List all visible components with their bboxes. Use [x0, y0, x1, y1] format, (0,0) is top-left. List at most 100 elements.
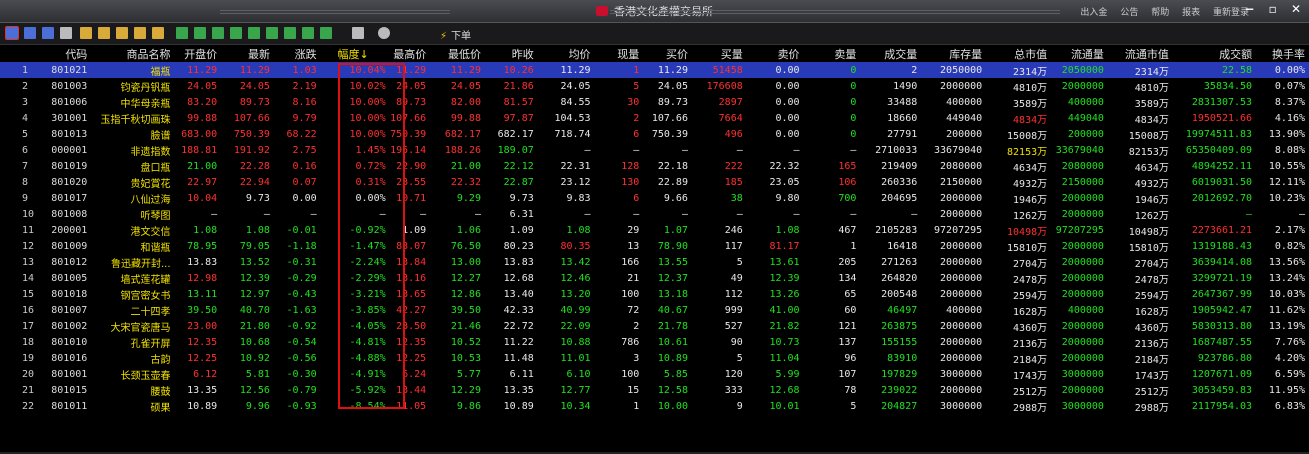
period-icon-1[interactable]: [176, 27, 188, 39]
table-row[interactable]: 22 801011 硕果 10.89 9.96 -0.93 -8.54% 11.05 9.86 1…: [0, 398, 1309, 414]
column-header[interactable]: 现量: [595, 45, 644, 62]
table-row[interactable]: 15 801018 钢宫密女书 13.11 12.97 -0.43 -3.21% 13.65 1…: [0, 286, 1309, 302]
cell-name: 腰鼓: [150, 386, 171, 398]
tool-icon-2[interactable]: [98, 27, 110, 39]
period-icon-2[interactable]: [194, 27, 206, 39]
table-row[interactable]: 7 801019 盘口瓶 21.00 22.28 0.16 0.72% 22.90 21.00 2…: [0, 158, 1309, 174]
cell-code: 801010: [51, 336, 88, 348]
cell-code: 200001: [51, 224, 88, 236]
quote-list-icon[interactable]: [5, 26, 19, 40]
tool-icon-3[interactable]: [116, 27, 128, 39]
column-header[interactable]: 最高价: [390, 45, 431, 62]
table-row[interactable]: 19 801016 古韵 12.25 10.92 -0.56 -4.88% 12.25 10.5…: [0, 350, 1309, 366]
table-row[interactable]: 3 801006 中华母亲瓶 83.20 89.73 8.16 10.00% 89.73 82.…: [0, 94, 1309, 110]
table-row[interactable]: 10 801008 听琴图 — — — — — — 6.31 — — — — — — — 2000000 1262万…: [0, 206, 1309, 222]
table-cell: 165: [838, 160, 857, 172]
minimize-button[interactable]: −: [1244, 2, 1254, 16]
table-row[interactable]: 6 000001 非遗指数 188.81 191.92 2.75 1.45% 195.14 18…: [0, 142, 1309, 158]
period-icon-9[interactable]: [320, 27, 332, 39]
place-order-button[interactable]: ⚡ 下单: [440, 27, 471, 42]
help-link[interactable]: 帮助: [1151, 8, 1169, 18]
table-row[interactable]: 9 801017 八仙过海 10.04 9.73 0.00 0.00% 10.71 9.29 9.…: [0, 190, 1309, 206]
table-cell: 0.31%: [355, 176, 386, 188]
column-header[interactable]: 最新: [221, 45, 274, 62]
table-cell: 6.24: [402, 368, 427, 380]
column-header[interactable]: 总市值: [986, 45, 1051, 62]
period-icon-7[interactable]: [284, 27, 296, 39]
screen-icon[interactable]: [352, 27, 364, 39]
period-icon-4[interactable]: [230, 27, 242, 39]
table-cell: 195.14: [390, 144, 427, 156]
column-header[interactable]: 流通市值: [1108, 45, 1173, 62]
deposit-withdraw-link[interactable]: 出入金: [1080, 8, 1107, 18]
bar-chart-icon[interactable]: [42, 27, 54, 39]
column-header[interactable]: 涨跌: [274, 45, 321, 62]
column-header[interactable]: 换手率: [1256, 45, 1309, 62]
table-row[interactable]: 13 801012 鲁迅藏开封... 13.83 13.52 -0.31 -2.24% 13.…: [0, 254, 1309, 270]
cell-code: 801016: [51, 352, 88, 364]
table-row[interactable]: 4 301001 玉指千秋切画珠 99.88 107.66 9.79 10.00% 107.6…: [0, 110, 1309, 126]
column-header[interactable]: 均价: [538, 45, 595, 62]
grid-icon[interactable]: [60, 27, 72, 39]
period-icon-3[interactable]: [212, 27, 224, 39]
tool-icon-1[interactable]: [80, 27, 92, 39]
column-header[interactable]: 最低价: [430, 45, 485, 62]
table-cell: 2000000: [1061, 352, 1104, 364]
settings-gear-icon[interactable]: [378, 27, 390, 39]
announcement-link[interactable]: 公告: [1120, 8, 1138, 18]
table-cell: 1.08: [566, 224, 591, 236]
tool-icon-4[interactable]: [134, 27, 146, 39]
period-icon-8[interactable]: [302, 27, 314, 39]
column-header[interactable]: 买价: [643, 45, 692, 62]
column-header[interactable]: 成交额: [1173, 45, 1256, 62]
chart-icon[interactable]: [24, 27, 36, 39]
table-cell: 200000: [1067, 128, 1104, 140]
table-row[interactable]: 17 801002 大宋官瓷唐马 23.00 21.80 -0.92 -4.05% 23.50…: [0, 318, 1309, 334]
table-row[interactable]: 5 801013 臉谱 683.00 750.39 68.22 10.00% 750.39 68…: [0, 126, 1309, 142]
column-header[interactable]: 昨收: [485, 45, 538, 62]
cell-code: 801019: [51, 160, 88, 172]
table-cell: 15: [627, 384, 640, 396]
table-cell: 21.46: [450, 320, 481, 332]
table-row[interactable]: 1 801021 福瓶 11.29 11.29 1.03 10.04% 11.29 11.29 1…: [0, 62, 1309, 78]
row-index: 16: [22, 304, 35, 316]
column-header[interactable]: 卖量: [804, 45, 861, 62]
table-cell: 8.16: [292, 96, 317, 108]
column-header[interactable]: 幅度↓: [321, 45, 390, 62]
table-row[interactable]: 21 801015 腰鼓 13.35 12.56 -0.79 -5.92% 13.44 12.2…: [0, 382, 1309, 398]
close-button[interactable]: ✕: [1291, 2, 1301, 16]
column-header[interactable]: 流通量: [1051, 45, 1108, 62]
table-row[interactable]: 11 200001 港文交信 1.08 1.08 -0.01 -0.92% 1.09 1.06 1…: [0, 222, 1309, 238]
report-link[interactable]: 报表: [1182, 8, 1200, 18]
column-header[interactable]: 商品名称: [91, 45, 174, 62]
table-cell: 11.29: [430, 62, 485, 78]
table-row[interactable]: 2 801003 钧瓷丹钒瓶 24.05 24.05 2.19 10.02% 24.05 24.…: [0, 78, 1309, 94]
table-cell: -1.63: [286, 304, 317, 316]
column-header[interactable]: 开盘价: [175, 45, 222, 62]
table-cell: 11.22: [503, 336, 534, 348]
tool-icon-5[interactable]: [152, 27, 164, 39]
column-header[interactable]: 成交量: [860, 45, 921, 62]
table-cell: —: [681, 144, 688, 156]
table-cell: 400000: [946, 304, 983, 316]
table-cell: 204827: [881, 400, 918, 412]
table-cell: 13.44: [396, 384, 427, 396]
table-row[interactable]: 14 801005 墙式莲花罐 12.98 12.39 -0.29 -2.29% 13.16 1…: [0, 270, 1309, 286]
period-icon-5[interactable]: [248, 27, 260, 39]
column-header[interactable]: 库存量: [921, 45, 986, 62]
column-header[interactable]: 卖价: [747, 45, 804, 62]
table-cell: 90: [730, 336, 743, 348]
table-row[interactable]: 12 801009 和谐瓶 78.95 79.05 -1.18 -1.47% 83.07 76.…: [0, 238, 1309, 254]
table-cell: —: [1298, 208, 1305, 220]
quote-table: 代码 商品名称 开盘价 最新 涨跌 幅度↓ 最高价 最低价 昨收 均价 现量 买价 买量 卖价 卖量 成交量库…: [0, 45, 1309, 414]
table-row[interactable]: 16 801007 二十四孝 39.50 40.70 -1.63 -3.85% 42.27 39…: [0, 302, 1309, 318]
restore-button[interactable]: ▫: [1269, 2, 1277, 16]
table-row[interactable]: 18 801010 孔雀开屏 12.35 10.68 -0.54 -4.81% 12.35 10…: [0, 334, 1309, 350]
column-header[interactable]: 买量: [692, 45, 747, 62]
table-row[interactable]: 8 801020 贵妃賞花 22.97 22.94 0.07 0.31% 23.55 22.32…: [0, 174, 1309, 190]
table-row[interactable]: 20 801001 长颈玉壶春 6.12 5.81 -0.30 -4.91% 6.24 5.77…: [0, 366, 1309, 382]
table-cell: -2.29%: [349, 272, 386, 284]
column-header[interactable]: 代码: [45, 45, 92, 62]
row-index: 15: [22, 288, 35, 300]
period-icon-6[interactable]: [266, 27, 278, 39]
